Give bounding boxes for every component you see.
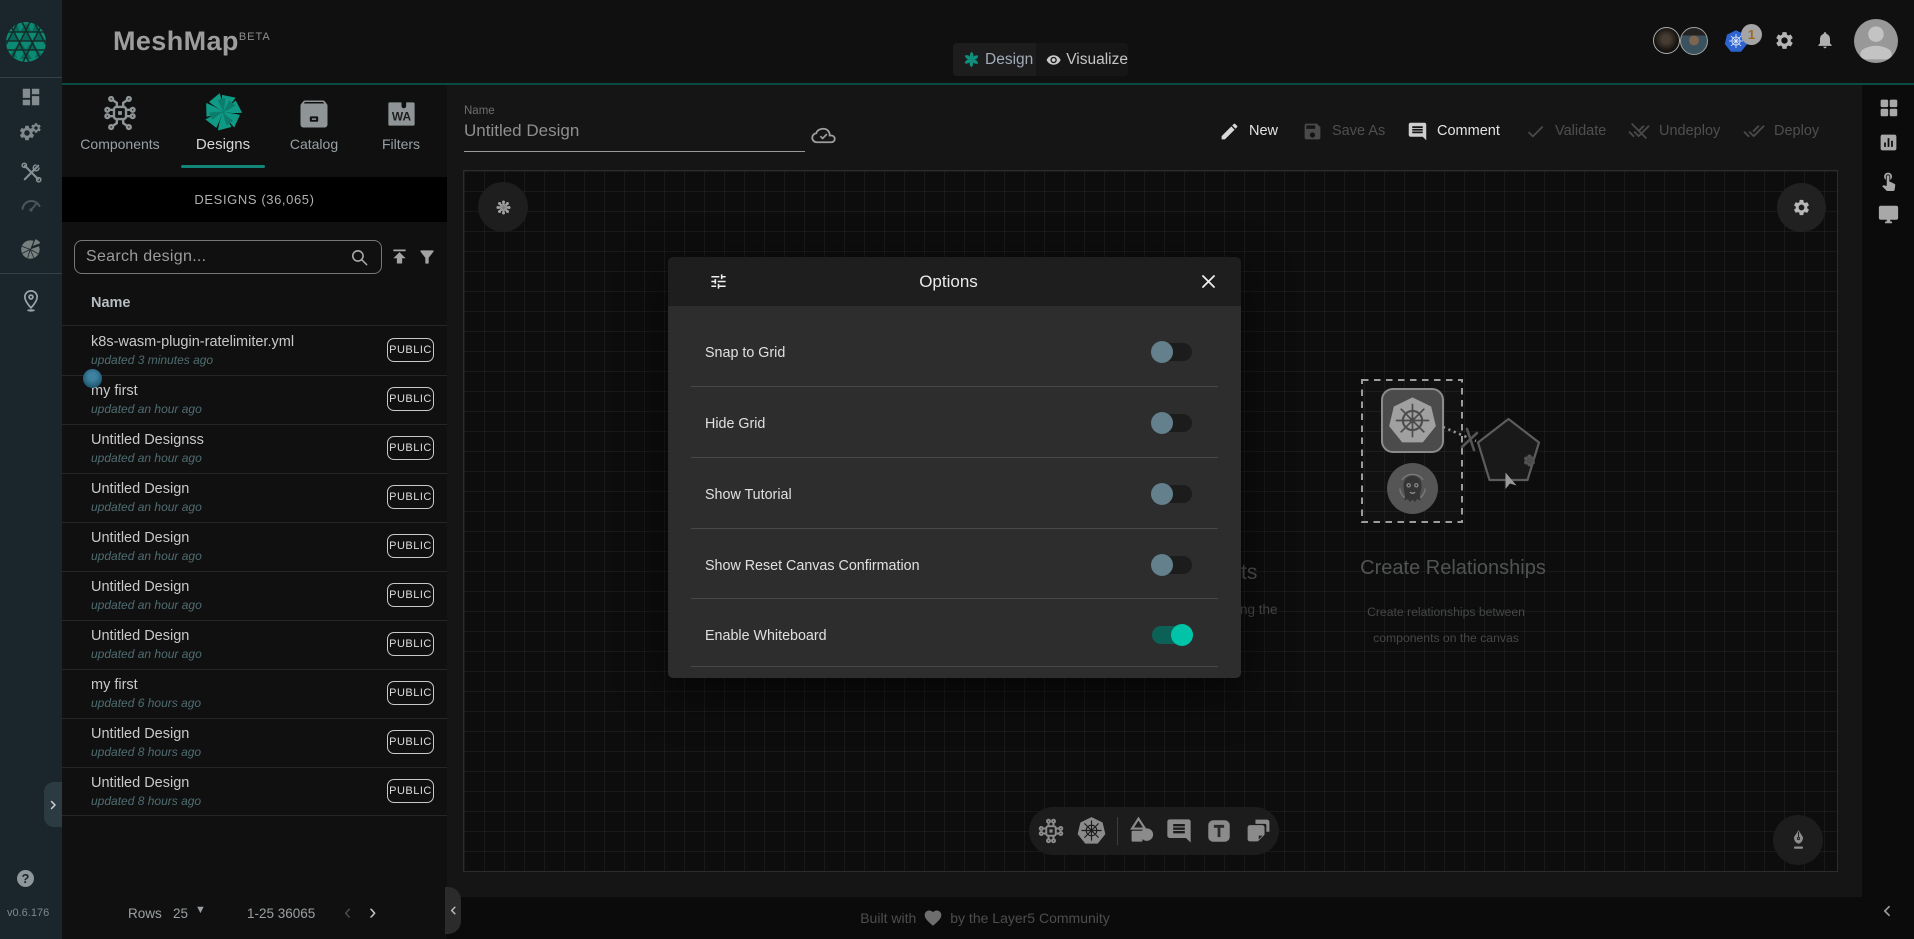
- svg-text:WA: WA: [391, 109, 411, 123]
